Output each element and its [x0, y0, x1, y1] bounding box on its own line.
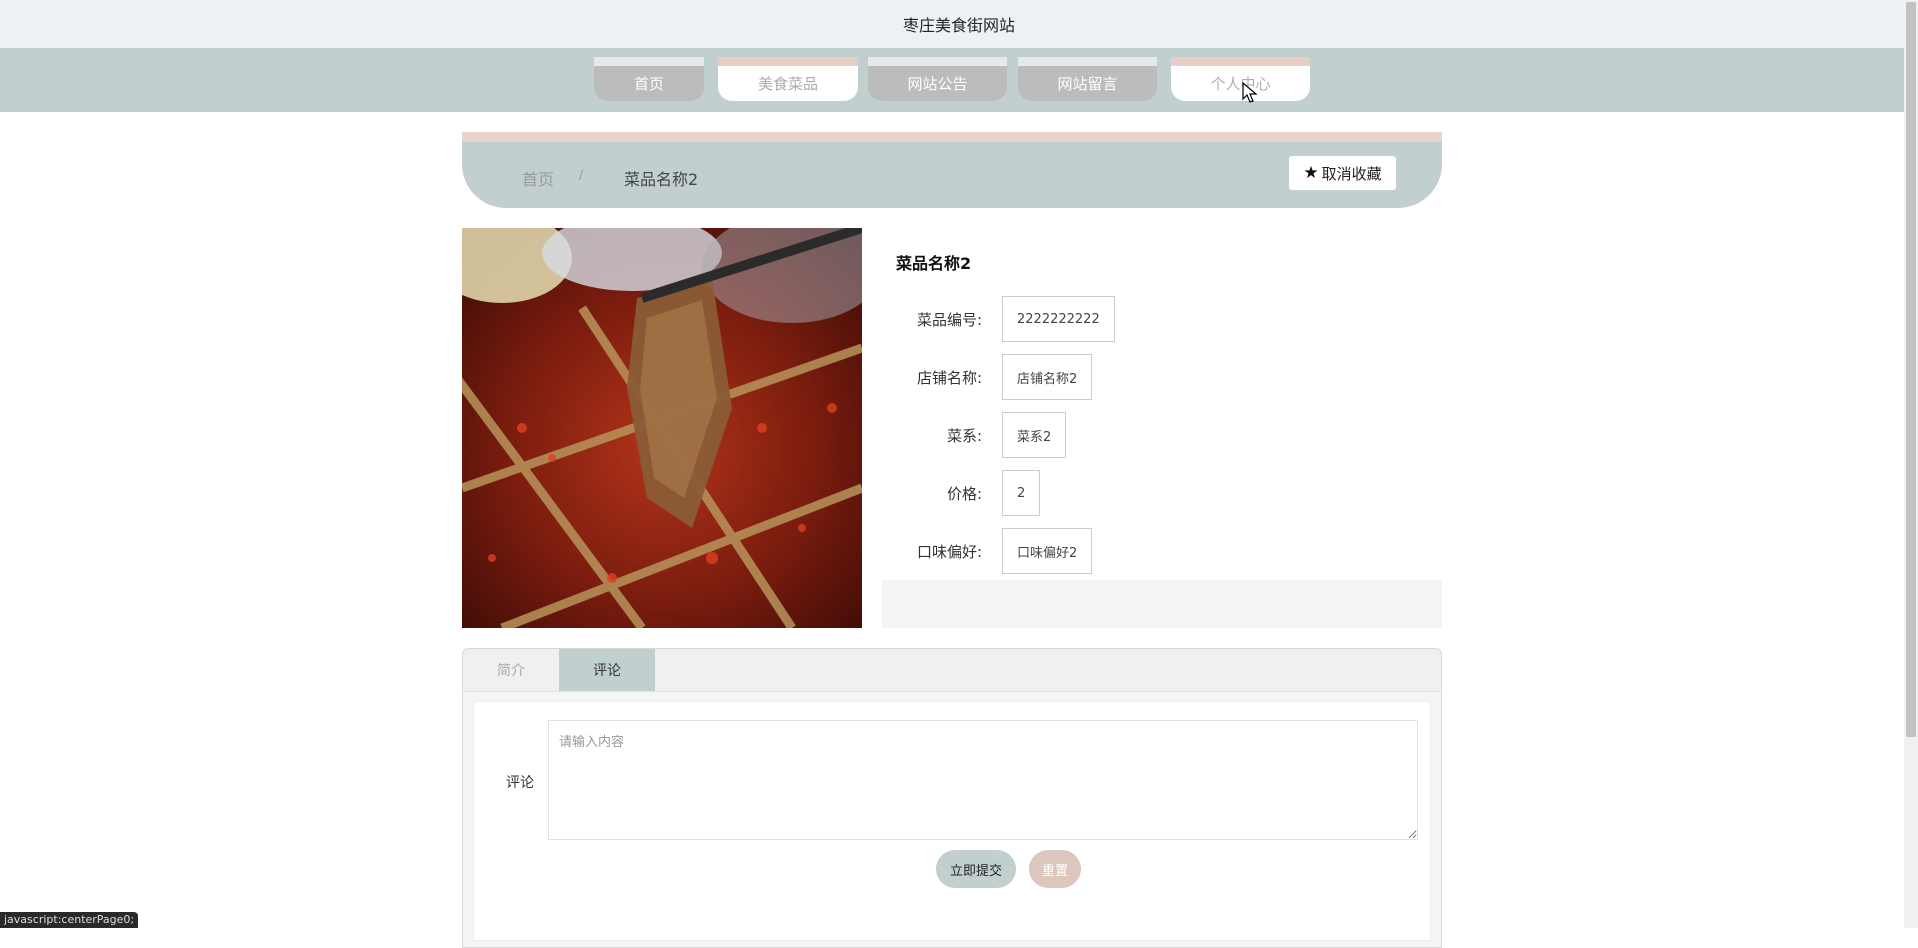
nav-dishes[interactable]: 美食菜品 — [718, 57, 858, 101]
tab-panel: 简介 评论 评论 立即提交 重置 — [462, 648, 1442, 948]
nav-messages[interactable]: 网站留言 — [1018, 57, 1157, 101]
main-nav: 首页 美食菜品 网站公告 网站留言 个人中心 — [0, 48, 1918, 112]
field-dish-code: 菜品编号: 2222222222 — [896, 295, 1115, 343]
field-label: 价格: — [946, 484, 982, 503]
submit-button[interactable]: 立即提交 — [936, 850, 1016, 888]
comment-form: 评论 立即提交 重置 — [473, 701, 1431, 941]
unfavorite-button[interactable]: ★ 取消收藏 — [1289, 156, 1396, 190]
nav-home[interactable]: 首页 — [594, 57, 704, 101]
field-taste: 口味偏好: 口味偏好2 — [896, 527, 1093, 575]
field-value: 口味偏好2 — [1002, 528, 1093, 574]
comment-label: 评论 — [506, 775, 534, 791]
breadcrumb: 首页 / 菜品名称2 ★ 取消收藏 — [462, 132, 1442, 208]
star-icon: ★ — [1303, 163, 1319, 183]
field-value: 2 — [1002, 470, 1041, 516]
field-label: 店铺名称: — [916, 368, 982, 387]
mouse-cursor-icon — [1242, 82, 1258, 103]
tab-header: 简介 评论 — [463, 649, 1441, 692]
product-name: 菜品名称2 — [896, 254, 972, 273]
product-image — [462, 228, 862, 628]
breadcrumb-home[interactable]: 首页 — [522, 166, 554, 190]
unfavorite-label: 取消收藏 — [1321, 164, 1382, 183]
scrollbar[interactable] — [1904, 0, 1918, 928]
site-title: 枣庄美食街网站 — [902, 16, 1015, 35]
tab-intro[interactable]: 简介 — [463, 649, 559, 691]
field-value: 店铺名称2 — [1002, 354, 1093, 400]
detail-footer-strip — [882, 580, 1442, 628]
site-header: 枣庄美食街网站 — [0, 0, 1918, 48]
nav-announcements[interactable]: 网站公告 — [868, 57, 1007, 101]
reset-button[interactable]: 重置 — [1029, 850, 1081, 888]
field-value: 菜系2 — [1002, 412, 1067, 458]
field-label: 口味偏好: — [916, 542, 982, 561]
field-label: 菜品编号: — [916, 310, 982, 329]
field-price: 价格: 2 — [896, 469, 1041, 517]
field-label: 菜系: — [946, 426, 982, 445]
field-value: 2222222222 — [1002, 296, 1115, 342]
field-shop-name: 店铺名称: 店铺名称2 — [896, 353, 1093, 401]
comment-input[interactable] — [548, 720, 1418, 840]
breadcrumb-separator: / — [579, 168, 584, 183]
scrollbar-thumb[interactable] — [1906, 2, 1916, 737]
nav-personal-center[interactable]: 个人中心 — [1171, 57, 1310, 101]
status-url: javascript:centerPage0; — [0, 912, 139, 928]
tab-comments[interactable]: 评论 — [559, 649, 655, 691]
breadcrumb-current: 菜品名称2 — [624, 170, 699, 189]
field-cuisine: 菜系: 菜系2 — [896, 411, 1067, 459]
